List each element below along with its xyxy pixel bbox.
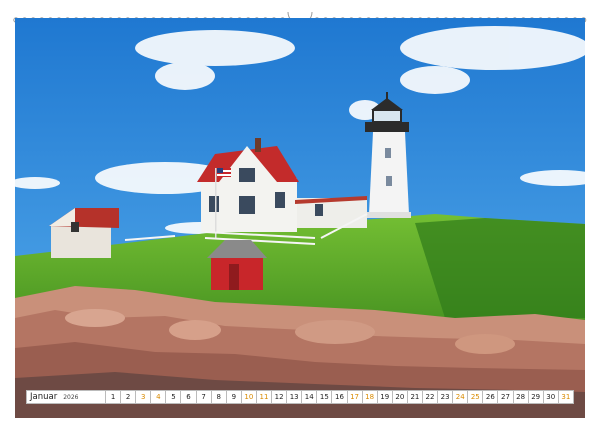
day-cell: 10 xyxy=(241,390,257,404)
month-name: Januar xyxy=(30,392,58,402)
day-cell: 28 xyxy=(513,390,529,404)
month-label: Januar 2026 xyxy=(26,390,106,404)
lighthouse-photo xyxy=(15,18,585,418)
day-cell: 11 xyxy=(256,390,273,404)
day-cell: 14 xyxy=(302,390,318,404)
calendar-strip: Januar 2026 1 2 3 4 5 6 7 8 9 10 11 12 13 14 15 16 17 18 1… xyxy=(26,390,574,404)
day-cell: 21 xyxy=(407,390,423,404)
day-cell: 17 xyxy=(347,390,363,404)
scene xyxy=(15,18,585,418)
day-cell: 22 xyxy=(422,390,439,404)
day-cell: 23 xyxy=(438,390,454,404)
day-cell: 6 xyxy=(181,390,197,404)
day-cell: 2 xyxy=(121,390,137,404)
day-cell: 29 xyxy=(528,390,544,404)
day-cell: 20 xyxy=(392,390,408,404)
day-cells: 1 2 3 4 5 6 7 8 9 10 11 12 13 14 15 16 17 18 19 20 21 22 23 24 2… xyxy=(106,390,574,404)
day-cell: 9 xyxy=(226,390,242,404)
day-cell: 31 xyxy=(558,390,574,404)
day-cell: 19 xyxy=(377,390,393,404)
day-cell: 30 xyxy=(543,390,559,404)
day-cell: 18 xyxy=(362,390,378,404)
day-cell: 26 xyxy=(483,390,499,404)
day-cell: 27 xyxy=(498,390,514,404)
day-cell: 7 xyxy=(196,390,212,404)
day-cell: 25 xyxy=(468,390,484,404)
day-cell: 4 xyxy=(151,390,167,404)
day-cell: 8 xyxy=(211,390,227,404)
day-cell: 16 xyxy=(332,390,348,404)
day-cell: 12 xyxy=(272,390,288,404)
day-cell: 1 xyxy=(106,390,122,404)
day-cell: 5 xyxy=(166,390,182,404)
bushes xyxy=(415,218,585,318)
year: 2026 xyxy=(63,393,79,401)
day-cell: 3 xyxy=(136,390,152,404)
day-cell: 24 xyxy=(453,390,469,404)
day-cell: 13 xyxy=(287,390,303,404)
day-cell: 15 xyxy=(317,390,333,404)
